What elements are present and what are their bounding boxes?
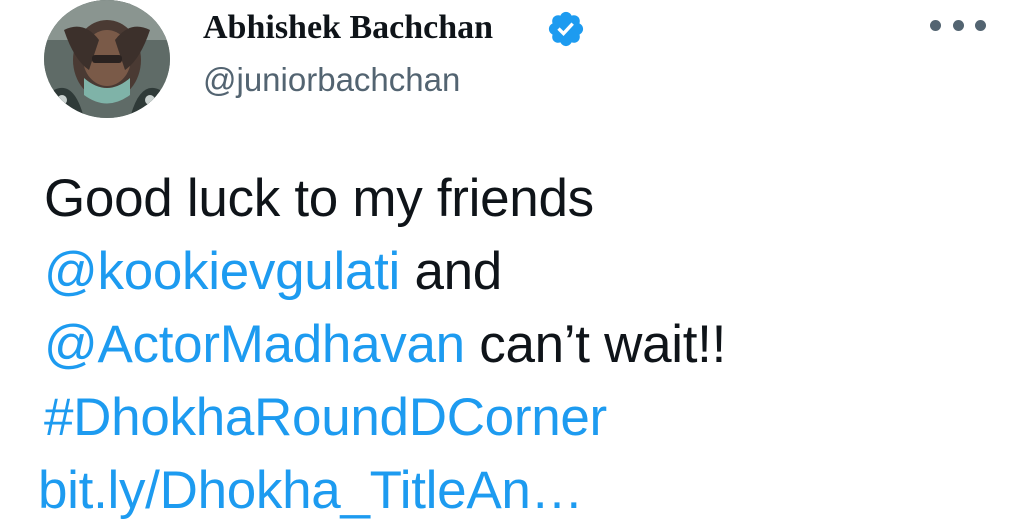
- tweet-text-segment: Good luck to my friends: [44, 169, 594, 228]
- verified-badge-icon: [548, 11, 584, 47]
- more-options-icon: [952, 19, 964, 31]
- tweet-line: Good luck to my friends: [44, 162, 1004, 235]
- author-handle[interactable]: @juniorbachchan: [203, 60, 460, 100]
- profile-avatar: [44, 0, 170, 118]
- mention-link[interactable]: @ActorMadhavan: [44, 315, 465, 374]
- mention-link[interactable]: @kookievgulati: [44, 242, 400, 301]
- more-options-icon: [975, 19, 986, 31]
- avatar[interactable]: [44, 0, 170, 118]
- url-link[interactable]: bit.ly/Dhokha_TitleAn…: [38, 461, 584, 520]
- more-options-button[interactable]: [930, 10, 986, 40]
- more-options-icon: [930, 19, 941, 31]
- tweet-text: Good luck to my friends @kookievgulati a…: [38, 162, 1004, 527]
- tweet-text-segment: can’t wait!!: [464, 315, 727, 374]
- hashtag-link[interactable]: #DhokhaRoundDCorner: [44, 388, 607, 447]
- tweet-line: @ActorMadhavan can’t wait!!: [44, 308, 1004, 381]
- tweet-line: @kookievgulati and: [44, 235, 1004, 308]
- tweet-text-segment: and: [400, 242, 502, 301]
- tweet-line: #DhokhaRoundDCorner: [44, 381, 1004, 454]
- author-name[interactable]: Abhishek Bachchan: [203, 8, 493, 48]
- tweet-line: bit.ly/Dhokha_TitleAn…: [38, 454, 1004, 527]
